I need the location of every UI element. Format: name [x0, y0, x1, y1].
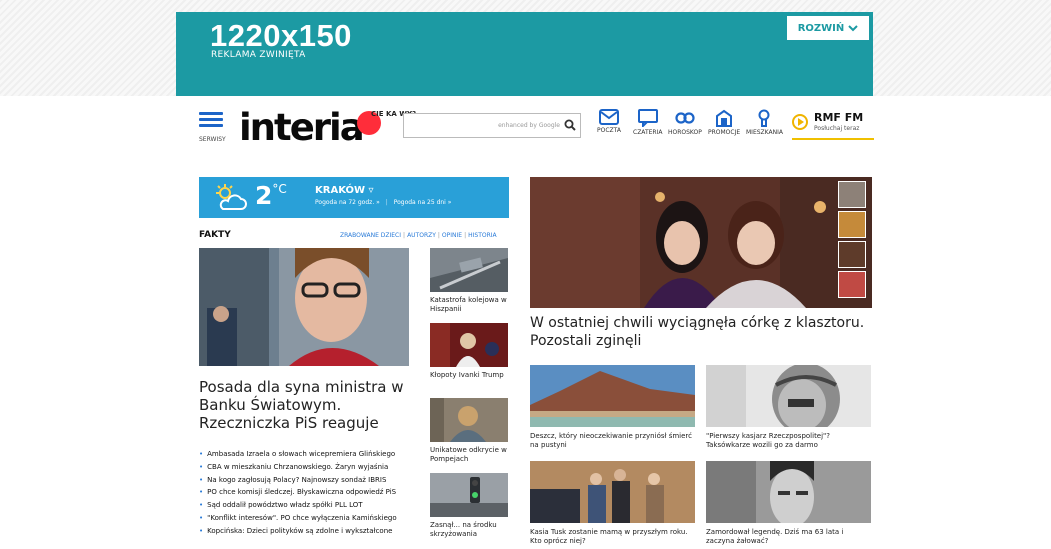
weather-temperature: 2°C [255, 181, 287, 210]
weather-city-name: KRAKÓW [315, 185, 366, 196]
cloudy-icon [216, 184, 247, 210]
article-card-title[interactable]: "Pierwszy kasjarz Rzeczpospolitej"? Taks… [706, 432, 871, 450]
menu-icon[interactable] [199, 112, 223, 130]
list-item[interactable]: Sąd oddalił powództwo władz spółki PLL L… [199, 499, 414, 512]
article-card-title[interactable]: Kasia Tusk zostanie mamą w przyszłym rok… [530, 528, 695, 546]
nav-poczta-label: POCZTA [597, 127, 621, 134]
promo-icon [716, 109, 733, 127]
article-card-title[interactable]: Zamordował legendę. Dziś ma 63 lata i za… [706, 528, 871, 546]
list-item[interactable]: PO chce komisji śledczej. Błyskawiczna o… [199, 486, 414, 499]
side-news-item[interactable]: Unikatowe odkrycie w Pompejach [430, 398, 510, 464]
nav-czateria-label: CZATERIA [633, 129, 663, 136]
list-item[interactable]: Na kogo zagłosują Polacy? Najnowszy sond… [199, 474, 414, 487]
chevron-down-icon [848, 24, 858, 31]
featured-thumbnail[interactable] [838, 271, 866, 298]
side-news-title[interactable]: Kłopoty Ivanki Trump [430, 371, 510, 380]
nav-horoskop-label: HOROSKOP [668, 129, 702, 136]
lead-article-title[interactable]: Posada dla syna ministra w Banku Światow… [199, 378, 414, 432]
list-item[interactable]: Kopcińska: Dzieci polityków są zdolne i … [199, 525, 414, 538]
side-news-image[interactable] [430, 248, 508, 292]
article-card[interactable]: Kasia Tusk zostanie mamą w przyszłym rok… [530, 461, 695, 546]
article-card[interactable]: Deszcz, który nieoczekiwanie przyniósł ś… [530, 365, 695, 450]
search-input[interactable]: enhanced by Google [403, 113, 581, 138]
weather-city[interactable]: KRAKÓW ▿ [315, 185, 374, 196]
weather-links: Pogoda na 72 godz. » | Pogoda na 25 dni … [315, 199, 452, 206]
side-news-title[interactable]: Katastrofa kolejowa w Hiszpanii [430, 296, 510, 314]
search-icon[interactable] [564, 119, 576, 131]
side-news-image[interactable] [430, 473, 508, 517]
side-news-title[interactable]: Unikatowe odkrycie w Pompejach [430, 446, 510, 464]
nav-mieszkania-label: MIESZKANIA [746, 129, 783, 136]
side-news-item[interactable]: Katastrofa kolejowa w Hiszpanii [430, 248, 510, 314]
nav-horoskop[interactable]: HOROSKOP [668, 109, 702, 136]
featured-thumbnail[interactable] [838, 211, 866, 238]
chat-icon [637, 109, 658, 127]
featured-thumbnail[interactable] [838, 241, 866, 268]
article-card-image[interactable] [530, 461, 695, 523]
side-news-title[interactable]: Zasnął... na środku skrzyżowania [430, 521, 510, 539]
section-nav-link[interactable]: OPINIE [442, 232, 462, 239]
ad-banner[interactable]: 1220x150 REKLAMA ZWINIĘTA ROZWIŃ [176, 12, 873, 96]
section-heading[interactable]: FAKTY [199, 230, 231, 240]
article-card[interactable]: Zamordował legendę. Dziś ma 63 lata i za… [706, 461, 871, 546]
weather-widget[interactable]: 2°C KRAKÓW ▿ Pogoda na 72 godz. » | Pogo… [199, 177, 509, 218]
article-card[interactable]: "Pierwszy kasjarz Rzeczpospolitej"? Taks… [706, 365, 871, 450]
lead-article-image[interactable] [199, 248, 409, 366]
play-icon[interactable] [792, 114, 808, 130]
temperature-unit: °C [272, 182, 287, 196]
ad-background: 1220x150 REKLAMA ZWINIĘTA ROZWIŃ [0, 0, 1051, 96]
list-item[interactable]: CBA w mieszkaniu Chrzanowskiego. Żaryn w… [199, 461, 414, 474]
section-nav-link[interactable]: HISTORIA [468, 232, 497, 239]
side-news-image[interactable] [430, 323, 508, 367]
featured-thumbnail[interactable] [838, 181, 866, 208]
site-logo[interactable]: interia [239, 106, 365, 149]
radio-widget[interactable]: RMF FM Posłuchaj teraz [792, 108, 874, 140]
site-header: SERWISY interia CIE KA WY? enhanced by G… [195, 106, 875, 149]
article-card-image[interactable] [706, 461, 871, 523]
featured-thumbnails [838, 181, 866, 301]
temperature-value: 2 [255, 181, 273, 210]
ad-expand-label: ROZWIŃ [797, 22, 845, 34]
ad-size-label: 1220x150 [210, 18, 352, 53]
article-card-title[interactable]: Deszcz, który nieoczekiwanie przyniósł ś… [530, 432, 695, 450]
nav-poczta[interactable]: POCZTA [597, 109, 621, 134]
search-placeholder: enhanced by Google [498, 122, 560, 129]
section-nav-link[interactable]: ZRABOWANE DZIECI [340, 232, 401, 239]
nav-promocje-label: PROMOCJE [708, 129, 741, 136]
nav-czateria[interactable]: CZATERIA [633, 109, 662, 136]
radio-subtitle: Posłuchaj teraz [814, 125, 860, 132]
forecast-25d-link[interactable]: Pogoda na 25 dni » [394, 199, 452, 206]
section-nav: ZRABOWANE DZIECI | AUTORZY | OPINIE | HISTORIA [340, 232, 497, 239]
article-card-image[interactable] [706, 365, 871, 427]
nav-promocje[interactable]: PROMOCJE [708, 109, 740, 136]
ad-expand-button[interactable]: ROZWIŃ [787, 16, 869, 40]
featured-article-image[interactable] [530, 177, 872, 308]
menu-label: SERWISY [199, 136, 226, 143]
side-news-item[interactable]: Zasnął... na środku skrzyżowania [430, 473, 510, 539]
featured-article-title[interactable]: W ostatniej chwili wyciągnęła córkę z kl… [530, 314, 870, 350]
mail-icon [598, 109, 619, 125]
list-item[interactable]: Ambasada Izraela o słowach wicepremiera … [199, 448, 414, 461]
list-item[interactable]: "Konflikt interesów". PO chce wyłączenia… [199, 512, 414, 525]
ad-subtitle: REKLAMA ZWINIĘTA [211, 50, 306, 60]
nav-mieszkania[interactable]: MIESZKANIA [746, 109, 783, 136]
keyhole-icon [758, 109, 770, 127]
article-card-image[interactable] [530, 365, 695, 427]
section-nav-link[interactable]: AUTORZY [407, 232, 436, 239]
news-list: Ambasada Izraela o słowach wicepremiera … [199, 448, 414, 538]
side-news-image[interactable] [430, 398, 508, 442]
horoscope-icon [675, 112, 695, 124]
forecast-72h-link[interactable]: Pogoda na 72 godz. » [315, 199, 380, 206]
radio-title: RMF FM [814, 111, 864, 124]
side-news-item[interactable]: Kłopoty Ivanki Trump [430, 323, 510, 380]
